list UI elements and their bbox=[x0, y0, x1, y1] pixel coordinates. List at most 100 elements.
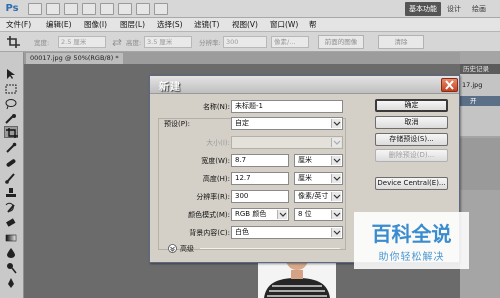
cancel-button[interactable]: 取消 bbox=[375, 116, 448, 129]
menu-bar: 文件(F) 编辑(E) 图像(I) 图层(L) 选择(S) 滤镜(T) 视图(V… bbox=[0, 18, 500, 32]
menu-filter[interactable]: 滤镜(T) bbox=[194, 19, 219, 31]
hand-tool-icon[interactable] bbox=[82, 3, 96, 15]
background-label: 背景内容(C): bbox=[189, 229, 230, 237]
ok-button[interactable]: 确定 bbox=[375, 99, 448, 112]
height-label: 高度(H): bbox=[202, 175, 230, 183]
chevron-down-icon bbox=[331, 210, 341, 219]
color-mode-select[interactable]: RGB 颜色 bbox=[231, 208, 289, 221]
height-field[interactable]: 12.7 bbox=[231, 172, 289, 185]
menu-window[interactable]: 窗口(W) bbox=[270, 19, 298, 31]
chevron-down-icon bbox=[331, 156, 341, 165]
background-value: 白色 bbox=[235, 228, 249, 236]
quick-selection-tool-icon[interactable] bbox=[4, 113, 18, 125]
menu-help[interactable]: 帮 bbox=[309, 19, 317, 31]
chevron-down-icon bbox=[277, 210, 287, 219]
history-state-open[interactable]: 开 bbox=[460, 96, 500, 106]
resolution-option-label: 分辨率: bbox=[199, 39, 221, 47]
arrange-documents-icon[interactable] bbox=[136, 3, 150, 15]
clear-button[interactable]: 清除 bbox=[378, 35, 424, 49]
watermark-title: 百科全说 bbox=[371, 222, 452, 246]
move-tool-icon[interactable] bbox=[4, 68, 18, 80]
workspace-design-button[interactable]: 设计 bbox=[447, 2, 467, 16]
lasso-tool-icon[interactable] bbox=[4, 98, 18, 110]
chevron-down-icon bbox=[331, 138, 341, 147]
marquee-tool-icon[interactable] bbox=[4, 83, 18, 95]
size-select[interactable] bbox=[231, 136, 343, 149]
expand-advanced-icon[interactable] bbox=[168, 244, 177, 253]
history-brush-tool-icon[interactable] bbox=[4, 202, 18, 214]
zoom-level-icon[interactable] bbox=[64, 3, 78, 15]
menu-select[interactable]: 选择(S) bbox=[157, 19, 183, 31]
save-preset-button[interactable]: 存储预设(S)... bbox=[375, 133, 448, 146]
history-snapshot[interactable]: 17.jpg bbox=[462, 81, 482, 89]
blur-tool-icon[interactable] bbox=[4, 247, 18, 259]
resolution-option-field[interactable]: 300 bbox=[223, 36, 267, 48]
workspace-paint-button[interactable]: 绘画 bbox=[472, 2, 496, 16]
watermark-subtitle: 助你轻松解决 bbox=[378, 252, 445, 263]
menu-edit[interactable]: 编辑(E) bbox=[46, 19, 72, 31]
height-option-field[interactable]: 3.5 厘米 bbox=[144, 36, 192, 48]
dialog-title-bar[interactable]: 新建 bbox=[150, 76, 459, 94]
menu-view[interactable]: 视图(V) bbox=[232, 19, 258, 31]
delete-preset-button[interactable]: 删除预设(D)... bbox=[375, 149, 448, 162]
color-mode-label: 颜色模式(M): bbox=[188, 211, 230, 219]
crop-tool-preset-icon[interactable] bbox=[6, 35, 22, 49]
menu-layer[interactable]: 图层(L) bbox=[120, 19, 145, 31]
width-label: 宽度(W): bbox=[201, 157, 230, 165]
close-icon bbox=[445, 80, 454, 90]
chevron-down-icon bbox=[331, 119, 341, 128]
brush-tool-icon[interactable] bbox=[4, 172, 18, 184]
advanced-label[interactable]: 高级 bbox=[180, 244, 194, 254]
history-panel-tab[interactable]: 历史记录 bbox=[460, 64, 500, 74]
mini-bridge-icon[interactable] bbox=[46, 3, 60, 15]
width-option-label: 宽度: bbox=[34, 39, 50, 47]
resolution-label: 分辨率(R): bbox=[196, 193, 230, 201]
eraser-tool-icon[interactable] bbox=[4, 217, 18, 229]
name-field[interactable]: 未标题-1 bbox=[231, 100, 343, 113]
bridge-icon[interactable] bbox=[28, 3, 42, 15]
workspace-basic-button[interactable]: 基本功能 bbox=[405, 2, 441, 16]
height-unit-select[interactable]: 厘米 bbox=[294, 172, 343, 185]
secondary-panel bbox=[460, 138, 500, 190]
swap-dimensions-icon[interactable] bbox=[112, 38, 122, 47]
pen-tool-icon[interactable] bbox=[4, 277, 18, 289]
background-select[interactable]: 白色 bbox=[231, 226, 343, 239]
healing-brush-tool-icon[interactable] bbox=[4, 157, 18, 169]
bit-depth-value: 8 位 bbox=[298, 210, 312, 218]
gradient-tool-icon[interactable] bbox=[4, 232, 18, 244]
zoom-tool-icon[interactable] bbox=[100, 3, 114, 15]
photoshop-logo: Ps bbox=[5, 3, 19, 14]
resolution-unit-select[interactable]: 像素/英寸 bbox=[294, 190, 343, 203]
menu-image[interactable]: 图像(I) bbox=[84, 19, 107, 31]
width-option-field[interactable]: 2.5 厘米 bbox=[58, 36, 106, 48]
screen-mode-icon[interactable] bbox=[154, 3, 168, 15]
options-bar: 宽度: 2.5 厘米 高度: 3.5 厘米 分辨率: 300 像素/... 前面… bbox=[0, 32, 500, 52]
document-tab[interactable]: 00017.jpg @ 50%(RGB/8) * bbox=[26, 53, 123, 64]
front-image-button[interactable]: 前面的图像 bbox=[318, 35, 364, 49]
device-central-button[interactable]: Device Central(E)... bbox=[375, 177, 448, 190]
crop-tool-icon[interactable] bbox=[4, 126, 18, 138]
name-label: 名称(N): bbox=[202, 103, 230, 111]
color-mode-value: RGB 颜色 bbox=[235, 210, 267, 218]
preset-value: 自定 bbox=[235, 119, 249, 127]
app-bar: Ps 基本功能 设计 绘画 bbox=[0, 0, 500, 18]
resolution-unit-select[interactable]: 像素/... bbox=[271, 36, 309, 48]
height-unit-value: 厘米 bbox=[298, 174, 312, 182]
eyedropper-tool-icon[interactable] bbox=[4, 142, 18, 154]
clone-stamp-tool-icon[interactable] bbox=[4, 187, 18, 199]
width-field[interactable]: 8.7 bbox=[231, 154, 289, 167]
watermark: 百科全说 助你轻松解决 bbox=[354, 212, 469, 269]
history-panel: 17.jpg 开 bbox=[460, 74, 500, 136]
bit-depth-select[interactable]: 8 位 bbox=[294, 208, 343, 221]
chevron-down-icon bbox=[331, 228, 341, 237]
preset-select[interactable]: 自定 bbox=[231, 117, 343, 130]
menu-file[interactable]: 文件(F) bbox=[6, 19, 31, 31]
chevron-down-icon bbox=[331, 192, 341, 201]
preset-label: 预设(P): bbox=[164, 120, 191, 128]
resolution-field[interactable]: 300 bbox=[231, 190, 289, 203]
rotate-view-icon[interactable] bbox=[118, 3, 132, 15]
dodge-tool-icon[interactable] bbox=[4, 262, 18, 274]
width-unit-select[interactable]: 厘米 bbox=[294, 154, 343, 167]
chevron-down-icon bbox=[331, 174, 341, 183]
close-button[interactable] bbox=[441, 78, 458, 92]
